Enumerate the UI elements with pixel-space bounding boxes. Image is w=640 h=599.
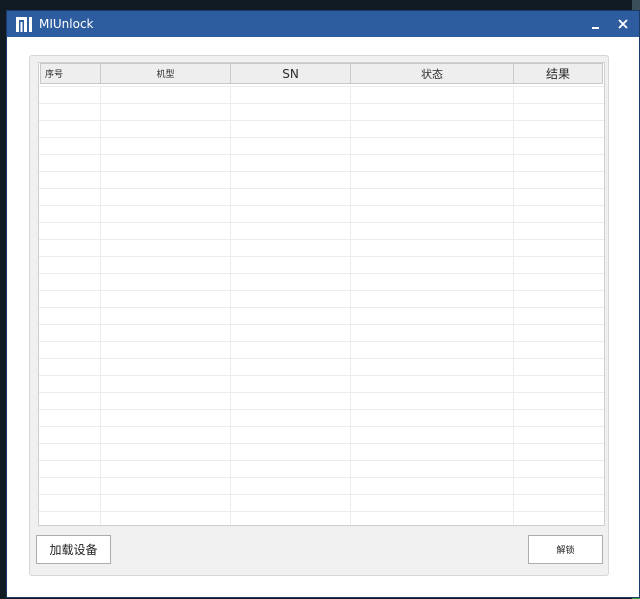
minimize-button[interactable] — [583, 11, 609, 37]
column-header-sn[interactable]: SN — [230, 63, 351, 84]
window-title: MIUnlock — [39, 17, 94, 31]
title-bar[interactable]: MIUnlock — [7, 11, 639, 37]
mi-logo-icon — [16, 17, 32, 32]
column-header-model[interactable]: 机型 — [100, 63, 231, 84]
column-header-result[interactable]: 结果 — [513, 63, 603, 84]
column-header-status[interactable]: 状态 — [350, 63, 514, 84]
load-devices-button[interactable]: 加载设备 — [36, 535, 111, 564]
table-header: 序号 机型 SN 状态 结果 — [39, 63, 604, 86]
column-header-index[interactable]: 序号 — [40, 63, 101, 84]
app-window: MIUnlock 序号 机型 SN 状态 结果 加载设备 解锁 — [7, 11, 639, 597]
device-table[interactable]: 序号 机型 SN 状态 结果 — [38, 62, 605, 526]
unlock-button[interactable]: 解锁 — [528, 535, 603, 564]
close-button[interactable] — [610, 11, 636, 37]
close-icon — [618, 19, 628, 29]
minimize-icon — [592, 27, 599, 29]
table-grid — [39, 86, 604, 525]
content-panel: 序号 机型 SN 状态 结果 加载设备 解锁 — [29, 55, 609, 576]
